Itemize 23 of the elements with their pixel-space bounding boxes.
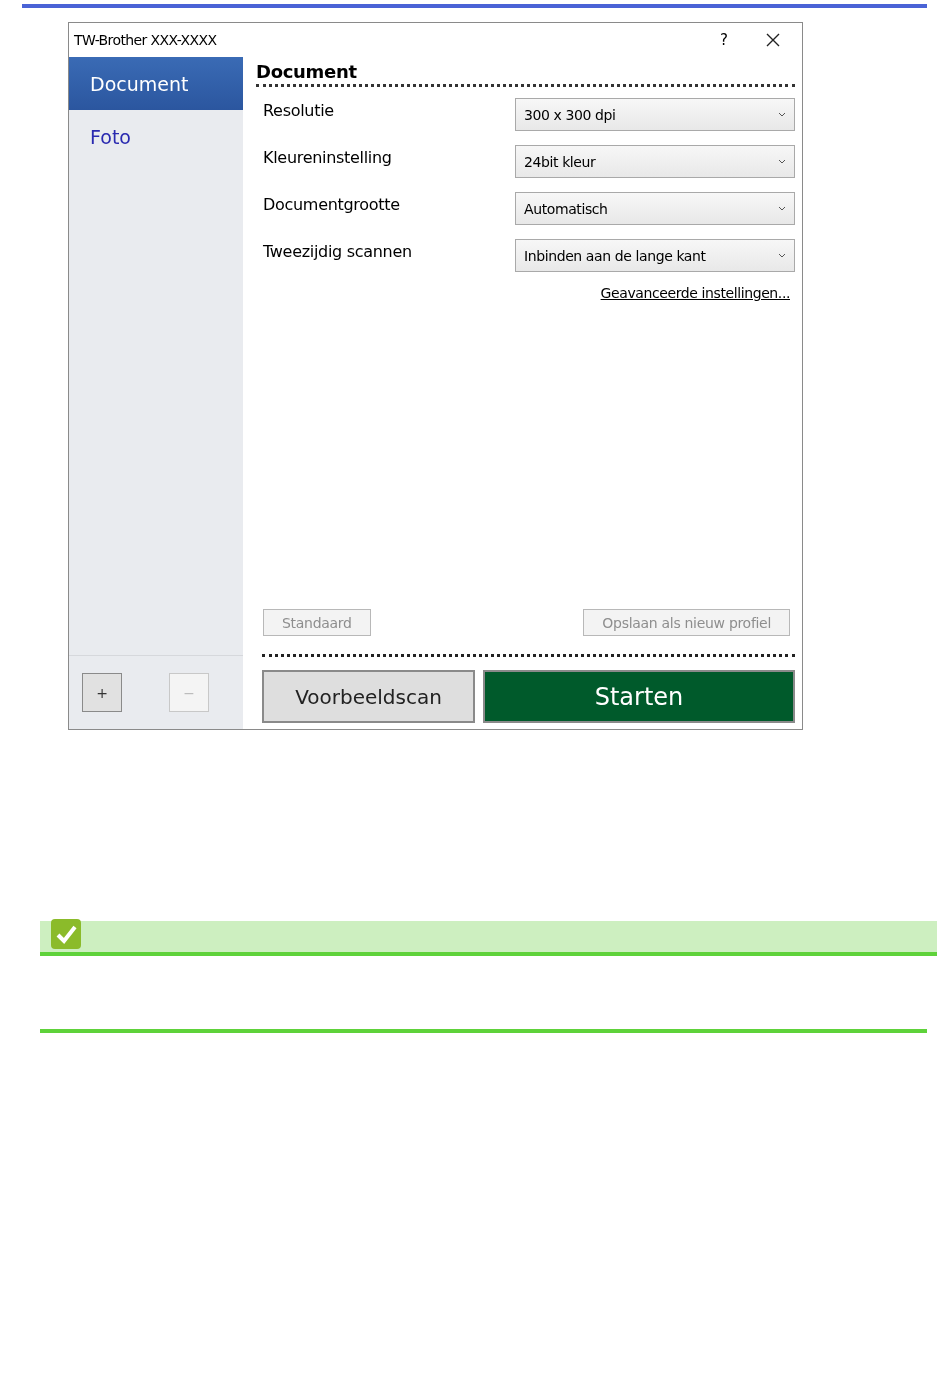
setting-label: Tweezijdig scannen: [263, 241, 412, 261]
chevron-down-icon: [778, 252, 786, 259]
setting-dropdown[interactable]: 300 x 300 dpi: [515, 98, 795, 131]
sidebar-item[interactable]: Document: [69, 57, 243, 110]
setting-label: Kleureninstelling: [263, 147, 392, 167]
setting-dropdown[interactable]: Automatisch: [515, 192, 795, 225]
chevron-down-icon: [778, 158, 786, 165]
window-title: TW-Brother XXX-XXXX: [74, 32, 218, 48]
sidebar-item[interactable]: Foto: [69, 110, 243, 163]
chevron-down-icon: [778, 205, 786, 212]
setting-label: Resolutie: [263, 100, 334, 120]
section-heading: Document: [256, 61, 795, 87]
setting-dropdown[interactable]: 24bit kleur: [515, 145, 795, 178]
setting-dropdown[interactable]: Inbinden aan de lange kant: [515, 239, 795, 272]
setting-label: Documentgrootte: [263, 194, 400, 214]
advanced-settings-link[interactable]: Geavanceerde instellingen...: [600, 285, 790, 301]
preview-scan-button[interactable]: Voorbeeldscan: [262, 670, 475, 723]
chevron-down-icon: [778, 111, 786, 118]
add-button[interactable]: +: [82, 673, 122, 712]
checkmark-icon: [50, 918, 82, 950]
close-icon: [766, 33, 780, 47]
start-button[interactable]: Starten: [483, 670, 795, 723]
help-button[interactable]: ?: [704, 25, 744, 55]
